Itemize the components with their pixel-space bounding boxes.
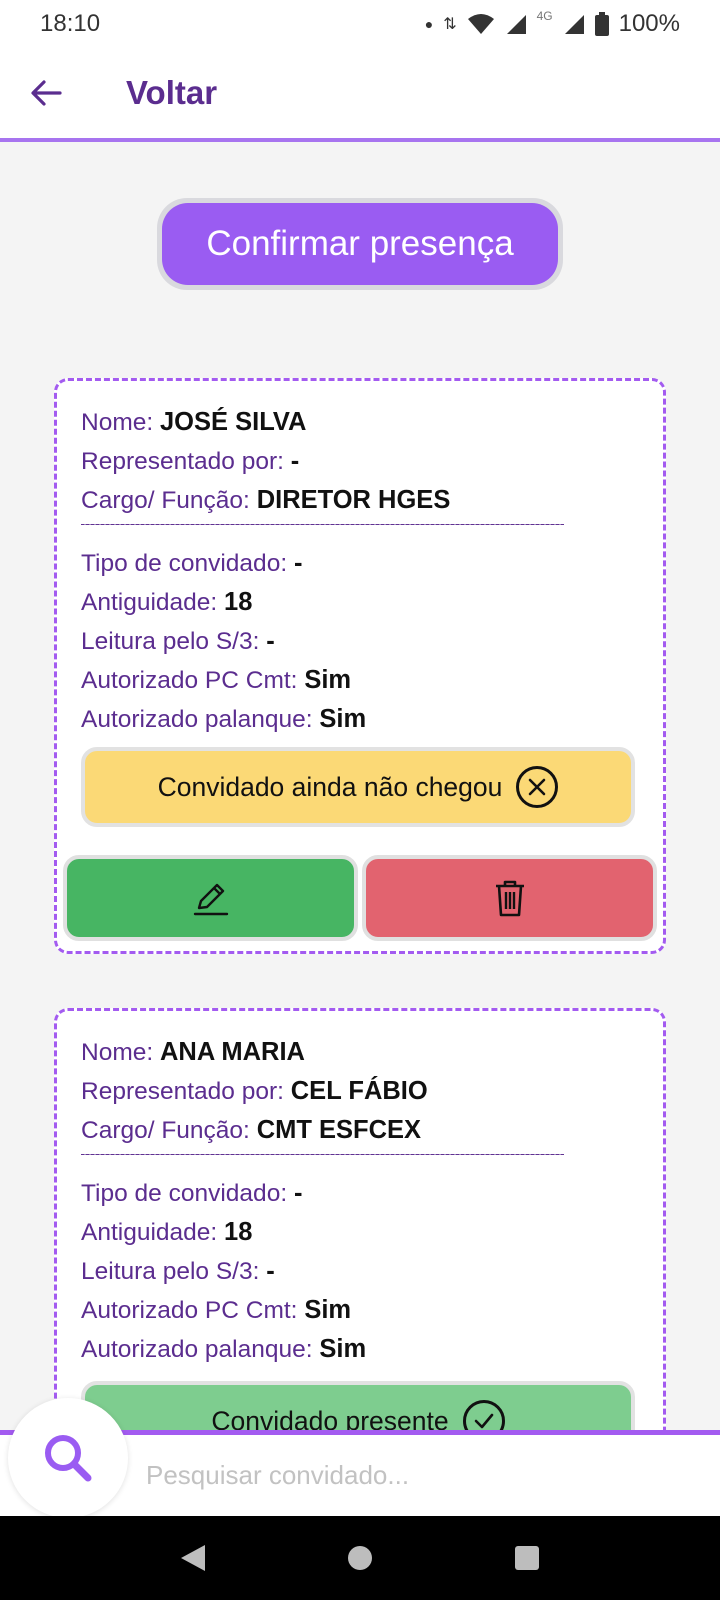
check-circle-icon: [462, 1400, 505, 1430]
square-recents-icon: [514, 1546, 539, 1570]
field-label: Cargo/ Função:: [81, 1117, 250, 1144]
represented-by: CEL FÁBIO: [290, 1077, 428, 1105]
nav-back-button[interactable]: [163, 1528, 223, 1588]
field-label: Representado por:: [81, 1078, 284, 1105]
triangle-back-icon: [181, 1545, 206, 1571]
edit-button[interactable]: [63, 855, 358, 941]
guest-role: CMT ESFCEX: [256, 1116, 422, 1144]
field-tipo: Tipo de convidado: -: [81, 1174, 663, 1213]
divider: [81, 1154, 564, 1168]
status-bar: 18:10 ● ⇅ 4G 100%: [0, 0, 720, 48]
field-leitura: Leitura pelo S/3: -: [81, 1252, 663, 1291]
field-autorizado-palanque: Autorizado palanque: Sim: [81, 700, 663, 739]
field-antiguidade: Antiguidade: 18: [81, 583, 663, 622]
field-label: Autorizado palanque:: [81, 706, 313, 733]
attendance-status-button[interactable]: Convidado ainda não chegou: [81, 747, 635, 827]
x-circle-icon: [516, 766, 559, 808]
nav-recents-button[interactable]: [497, 1528, 557, 1588]
battery-percent: 100%: [618, 10, 680, 37]
field-label: Nome:: [81, 1039, 154, 1066]
attendance-status-button[interactable]: Convidado presente: [81, 1381, 635, 1430]
status-label: Convidado presente: [211, 1405, 449, 1431]
status-label: Convidado ainda não chegou: [157, 771, 503, 802]
field-label: Autorizado palanque:: [81, 1336, 313, 1363]
field-label: Leitura pelo S/3:: [81, 628, 260, 655]
field-label: Antiguidade:: [81, 1219, 218, 1246]
notification-dot-icon: ●: [424, 16, 434, 32]
seniority: 18: [224, 588, 253, 616]
field-label: Autorizado PC Cmt:: [81, 667, 298, 694]
field-antiguidade: Antiguidade: 18: [81, 1213, 663, 1252]
guest-name: JOSÉ SILVA: [159, 408, 307, 436]
status-icons: ● ⇅ 4G 100%: [424, 9, 680, 38]
app-bar: Voltar: [0, 48, 720, 142]
signal-icon-2: [564, 15, 584, 34]
field-autorizado-pc: Autorizado PC Cmt: Sim: [81, 661, 663, 700]
status-time: 18:10: [40, 10, 101, 37]
nav-home-button[interactable]: [330, 1528, 390, 1588]
circle-home-icon: [347, 1546, 372, 1570]
delete-button[interactable]: [362, 855, 657, 941]
field-tipo: Tipo de convidado: -: [81, 544, 663, 583]
field-label: Cargo/ Função:: [81, 487, 250, 514]
field-label: Nome:: [81, 409, 154, 436]
guest-name: ANA MARIA: [159, 1038, 305, 1066]
trash-icon: [495, 880, 524, 917]
field-label: Autorizado PC Cmt:: [81, 1297, 298, 1324]
signal-icon: [506, 15, 526, 34]
represented-by: -: [290, 447, 300, 475]
field-label: Antiguidade:: [81, 589, 218, 616]
field-cargo: Cargo/ Função: CMT ESFCEX: [81, 1111, 663, 1150]
field-representado: Representado por: CEL FÁBIO: [81, 1072, 663, 1111]
guest-fields: Nome: JOSÉ SILVA Representado por: - Car…: [57, 381, 663, 739]
confirm-presence-button[interactable]: Confirmar presença: [162, 203, 558, 285]
guest-type: -: [293, 549, 303, 577]
reading-s3: -: [266, 627, 275, 655]
guest-card: Nome: JOSÉ SILVA Representado por: - Car…: [54, 378, 666, 954]
field-cargo: Cargo/ Função: DIRETOR HGES: [81, 481, 663, 520]
confirm-button-frame: Confirmar presença: [157, 198, 563, 290]
field-label: Tipo de convidado:: [81, 1180, 288, 1207]
field-nome: Nome: ANA MARIA: [81, 1033, 663, 1072]
search-input[interactable]: [146, 1453, 686, 1497]
back-button[interactable]: [0, 46, 92, 140]
arrow-left-icon: [31, 80, 62, 106]
page-title: Voltar: [126, 74, 218, 111]
search-icon: [45, 1435, 92, 1482]
guest-fields: Nome: ANA MARIA Representado por: CEL FÁ…: [57, 1011, 663, 1369]
field-autorizado-palanque: Autorizado palanque: Sim: [81, 1330, 663, 1369]
system-nav-bar: [0, 1516, 720, 1600]
field-nome: Nome: JOSÉ SILVA: [81, 403, 663, 442]
guest-role: DIRETOR HGES: [256, 486, 451, 514]
field-label: Leitura pelo S/3:: [81, 1258, 260, 1285]
network-type: 4G: [536, 9, 553, 23]
authorized-stand: Sim: [319, 1335, 367, 1363]
divider: [81, 524, 564, 538]
field-leitura: Leitura pelo S/3: -: [81, 622, 663, 661]
seniority: 18: [224, 1218, 253, 1246]
guest-card: Nome: ANA MARIA Representado por: CEL FÁ…: [54, 1008, 666, 1430]
field-label: Representado por:: [81, 448, 284, 475]
pencil-icon: [193, 883, 228, 916]
data-transfer-icon: ⇅: [443, 16, 457, 33]
authorized-stand: Sim: [319, 705, 367, 733]
field-representado: Representado por: -: [81, 442, 663, 481]
authorized-pc: Sim: [304, 666, 352, 694]
search-button[interactable]: [8, 1398, 128, 1518]
wifi-icon: [467, 14, 494, 34]
authorized-pc: Sim: [304, 1296, 352, 1324]
field-label: Tipo de convidado:: [81, 550, 288, 577]
guest-list[interactable]: Confirmar presença Nome: JOSÉ SILVA Repr…: [0, 146, 720, 1430]
guest-type: -: [293, 1179, 303, 1207]
app-screen: 18:10 ● ⇅ 4G 100% Voltar Confirmar prese…: [0, 0, 720, 1600]
battery-icon: [594, 12, 609, 36]
reading-s3: -: [266, 1257, 275, 1285]
field-autorizado-pc: Autorizado PC Cmt: Sim: [81, 1291, 663, 1330]
card-actions: [63, 855, 657, 941]
